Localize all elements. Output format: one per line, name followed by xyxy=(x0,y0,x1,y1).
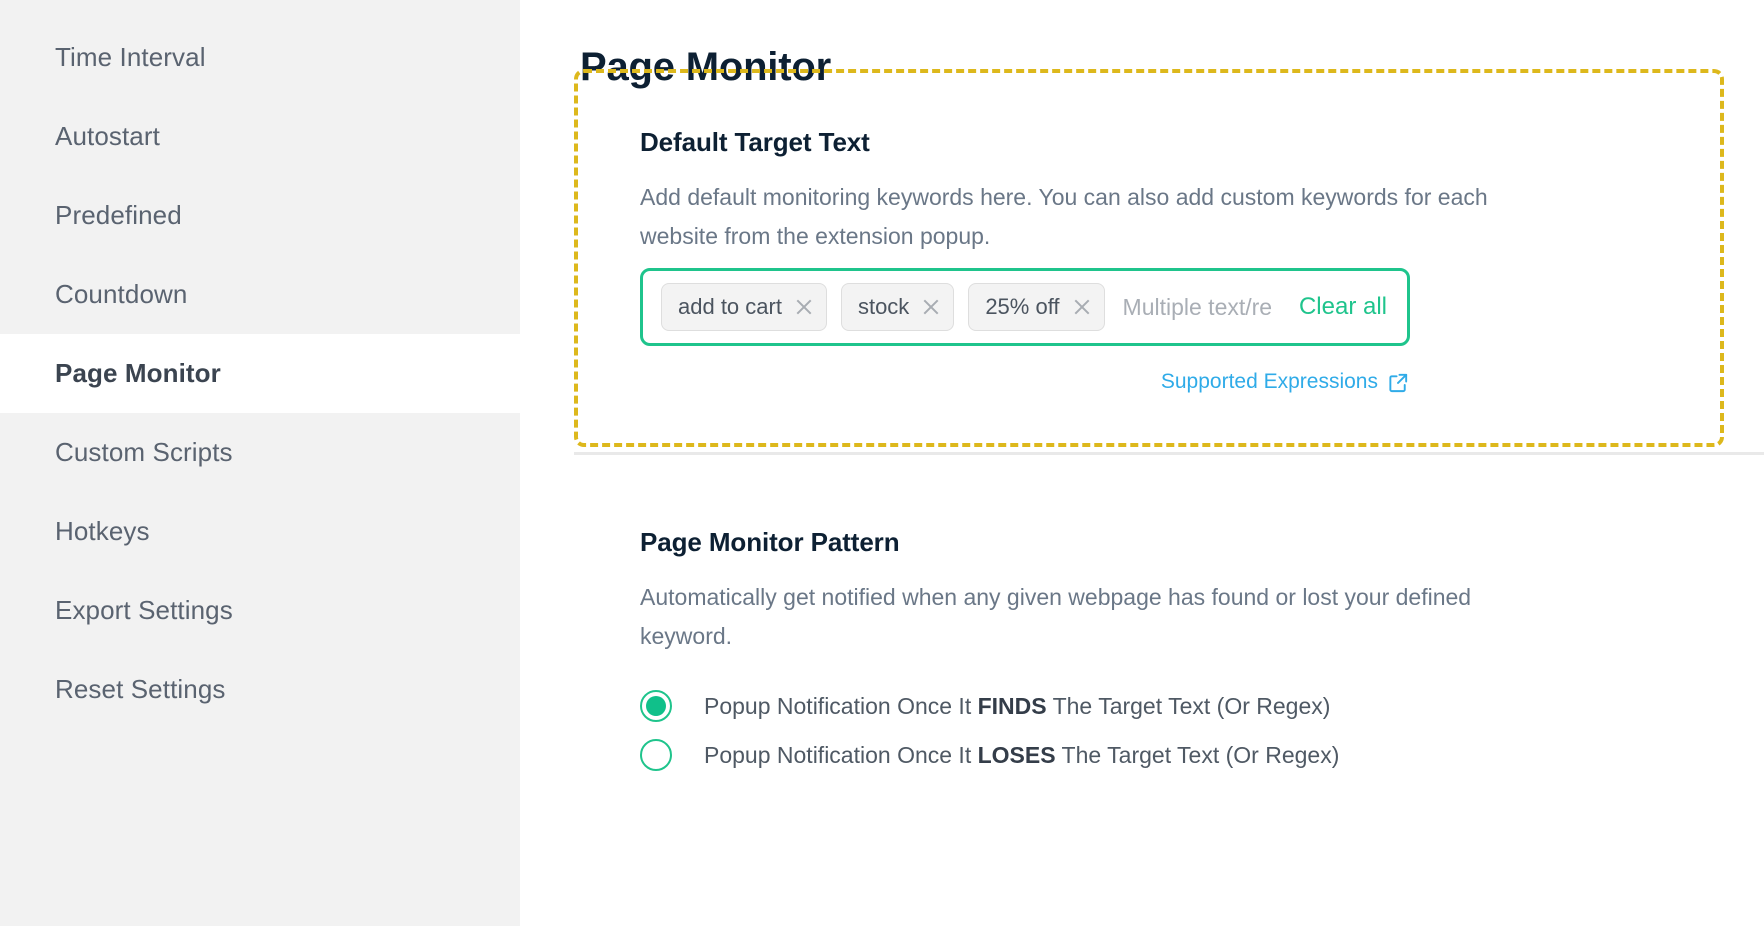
sidebar-item-label: Custom Scripts xyxy=(55,437,233,467)
sidebar-item-reset-settings[interactable]: Reset Settings xyxy=(0,650,520,729)
radio-label-finds: Popup Notification Once It FINDS The Tar… xyxy=(704,693,1330,720)
sidebar-item-custom-scripts[interactable]: Custom Scripts xyxy=(0,413,520,492)
sidebar-item-predefined[interactable]: Predefined xyxy=(0,176,520,255)
supported-expressions-link[interactable]: Supported Expressions xyxy=(640,370,1410,394)
sidebar-item-export-settings[interactable]: Export Settings xyxy=(0,571,520,650)
radio-label-suffix: The Target Text (Or Regex) xyxy=(1046,692,1331,719)
radio-label-suffix: The Target Text (Or Regex) xyxy=(1055,741,1340,768)
sidebar-item-label: Countdown xyxy=(55,279,188,309)
target-text-input[interactable] xyxy=(1122,293,1289,321)
radio-label-emphasis: FINDS xyxy=(977,692,1047,719)
external-link-icon xyxy=(1387,371,1410,394)
sidebar-item-label: Export Settings xyxy=(55,595,233,625)
sidebar-item-label: Autostart xyxy=(55,121,160,151)
sidebar-item-label: Time Interval xyxy=(55,42,206,72)
supported-expressions-label: Supported Expressions xyxy=(1160,370,1378,393)
close-icon[interactable] xyxy=(794,297,814,317)
radio-button-finds[interactable] xyxy=(640,690,672,722)
sidebar-item-label: Reset Settings xyxy=(55,674,226,704)
tag-label: add to cart xyxy=(678,294,782,319)
radio-label-prefix: Popup Notification Once It xyxy=(704,741,978,768)
close-icon[interactable] xyxy=(921,297,941,317)
sidebar-item-page-monitor[interactable]: Page Monitor xyxy=(0,334,520,413)
main-content: Page Monitor Default Target Text Add def… xyxy=(520,0,1764,926)
section-divider xyxy=(574,452,1764,455)
sidebar-item-label: Predefined xyxy=(55,200,182,230)
tag-label: 25% off xyxy=(985,294,1060,319)
tag-chip[interactable]: add to cart xyxy=(661,283,827,331)
target-text-tag-input[interactable]: add to cart stock 25% off Clear all xyxy=(640,268,1410,346)
radio-option-loses[interactable]: Popup Notification Once It LOSES The Tar… xyxy=(640,739,1339,771)
radio-label-emphasis: LOSES xyxy=(977,741,1056,768)
page-monitor-pattern-description: Automatically get notified when any give… xyxy=(640,584,1472,649)
radio-label-loses: Popup Notification Once It LOSES The Tar… xyxy=(704,742,1339,769)
default-target-description: Add default monitoring keywords here. Yo… xyxy=(640,184,1488,249)
close-icon[interactable] xyxy=(1072,297,1092,317)
tag-chip[interactable]: 25% off xyxy=(968,283,1105,331)
sidebar-item-hotkeys[interactable]: Hotkeys xyxy=(0,492,520,571)
settings-page: Time Interval Autostart Predefined Count… xyxy=(0,0,1764,926)
default-target-heading: Default Target Text xyxy=(640,126,870,157)
tag-chip[interactable]: stock xyxy=(840,283,955,331)
sidebar-item-autostart[interactable]: Autostart xyxy=(0,97,520,176)
radio-option-finds[interactable]: Popup Notification Once It FINDS The Tar… xyxy=(640,690,1330,722)
sidebar-item-label: Hotkeys xyxy=(55,516,150,546)
clear-all-button[interactable]: Clear all xyxy=(1299,293,1387,321)
sidebar-item-countdown[interactable]: Countdown xyxy=(0,255,520,334)
page-monitor-pattern-heading: Page Monitor Pattern xyxy=(640,526,900,557)
sidebar-item-time-interval[interactable]: Time Interval xyxy=(0,18,520,97)
sidebar-item-label: Page Monitor xyxy=(55,358,221,388)
radio-label-prefix: Popup Notification Once It xyxy=(704,692,978,719)
radio-button-loses[interactable] xyxy=(640,739,672,771)
tag-label: stock xyxy=(857,294,910,319)
sidebar-nav: Time Interval Autostart Predefined Count… xyxy=(0,0,520,926)
